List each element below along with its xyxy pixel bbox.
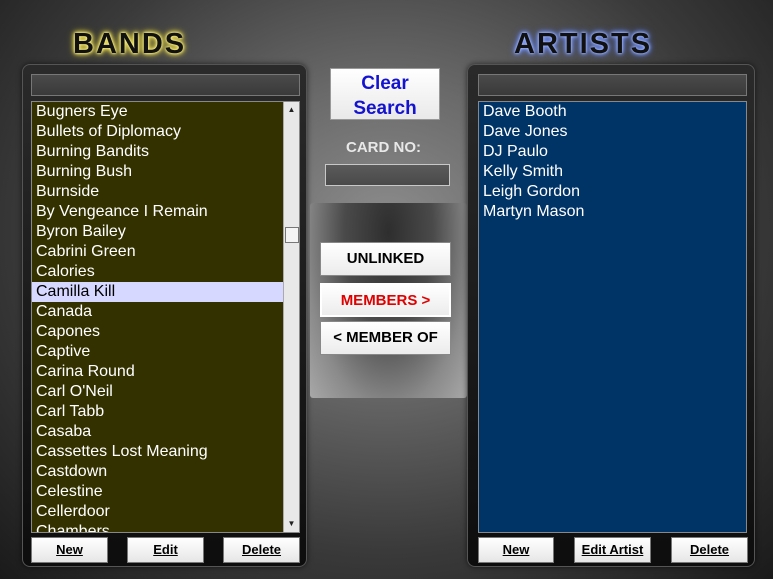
bands-heading: BANDS bbox=[73, 28, 187, 60]
member-of-button[interactable]: < MEMBER OF bbox=[320, 321, 451, 355]
artists-edit-button[interactable]: Edit Artist bbox=[574, 537, 651, 563]
list-item[interactable]: Castdown bbox=[32, 462, 284, 482]
members-button[interactable]: MEMBERS > bbox=[320, 283, 451, 317]
list-item[interactable]: Calories bbox=[32, 262, 284, 282]
list-item[interactable]: Burnside bbox=[32, 182, 284, 202]
list-item[interactable]: Canada bbox=[32, 302, 284, 322]
list-item[interactable]: Carl O'Neil bbox=[32, 382, 284, 402]
list-item[interactable]: Kelly Smith bbox=[479, 162, 746, 182]
scroll-up-arrow-icon[interactable]: ▲ bbox=[284, 102, 299, 118]
bands-scrollbar[interactable]: ▲ ▼ bbox=[283, 102, 299, 532]
clear-search-label-line2: Search bbox=[353, 98, 417, 119]
artists-heading: ARTISTS bbox=[514, 28, 653, 60]
list-item[interactable]: Bugners Eye bbox=[32, 102, 284, 122]
artists-search-input[interactable] bbox=[478, 74, 747, 96]
list-item[interactable]: Carl Tabb bbox=[32, 402, 284, 422]
bands-list-items: Bugners Eye Bullets of Diplomacy Burning B… bbox=[32, 102, 284, 532]
bands-edit-button[interactable]: Edit bbox=[127, 537, 204, 563]
list-item[interactable]: Cabrini Green bbox=[32, 242, 284, 262]
artists-delete-button[interactable]: Delete bbox=[671, 537, 748, 563]
clear-search-button[interactable]: Clear Search bbox=[330, 68, 440, 120]
bands-list[interactable]: Bugners Eye Bullets of Diplomacy Burning B… bbox=[31, 101, 300, 533]
clear-search-label-line1: Clear bbox=[361, 73, 409, 94]
list-item[interactable]: Capones bbox=[32, 322, 284, 342]
list-item[interactable]: DJ Paulo bbox=[479, 142, 746, 162]
list-item[interactable]: Cellerdoor bbox=[32, 502, 284, 522]
list-item[interactable]: Dave Jones bbox=[479, 122, 746, 142]
unlinked-button[interactable]: UNLINKED bbox=[320, 242, 451, 276]
bands-search-input[interactable] bbox=[31, 74, 300, 96]
list-item[interactable]: Camilla Kill bbox=[32, 282, 284, 302]
list-item[interactable]: Leigh Gordon bbox=[479, 182, 746, 202]
list-item[interactable]: Burning Bandits bbox=[32, 142, 284, 162]
list-item[interactable]: Captive bbox=[32, 342, 284, 362]
scroll-thumb[interactable] bbox=[285, 227, 299, 243]
artists-list[interactable]: Dave Booth Dave Jones DJ Paulo Kelly Smith L… bbox=[478, 101, 747, 533]
list-item[interactable]: Casaba bbox=[32, 422, 284, 442]
card-no-input[interactable] bbox=[325, 164, 450, 186]
list-item[interactable]: Celestine bbox=[32, 482, 284, 502]
list-item[interactable]: Byron Bailey bbox=[32, 222, 284, 242]
bands-delete-button[interactable]: Delete bbox=[223, 537, 300, 563]
artists-new-button[interactable]: New bbox=[478, 537, 554, 563]
card-no-label: CARD NO: bbox=[346, 139, 421, 156]
bands-new-button[interactable]: New bbox=[31, 537, 108, 563]
list-item[interactable]: Carina Round bbox=[32, 362, 284, 382]
list-item[interactable]: Martyn Mason bbox=[479, 202, 746, 222]
bands-panel: Bugners Eye Bullets of Diplomacy Burning B… bbox=[22, 64, 307, 567]
list-item[interactable]: Chambers bbox=[32, 522, 284, 532]
list-item[interactable]: Burning Bush bbox=[32, 162, 284, 182]
artists-list-items: Dave Booth Dave Jones DJ Paulo Kelly Smith L… bbox=[479, 102, 746, 222]
scroll-down-arrow-icon[interactable]: ▼ bbox=[284, 516, 299, 532]
list-item[interactable]: Dave Booth bbox=[479, 102, 746, 122]
list-item[interactable]: Bullets of Diplomacy bbox=[32, 122, 284, 142]
list-item[interactable]: Cassettes Lost Meaning bbox=[32, 442, 284, 462]
artists-panel: Dave Booth Dave Jones DJ Paulo Kelly Smith L… bbox=[467, 64, 755, 567]
list-item[interactable]: By Vengeance I Remain bbox=[32, 202, 284, 222]
